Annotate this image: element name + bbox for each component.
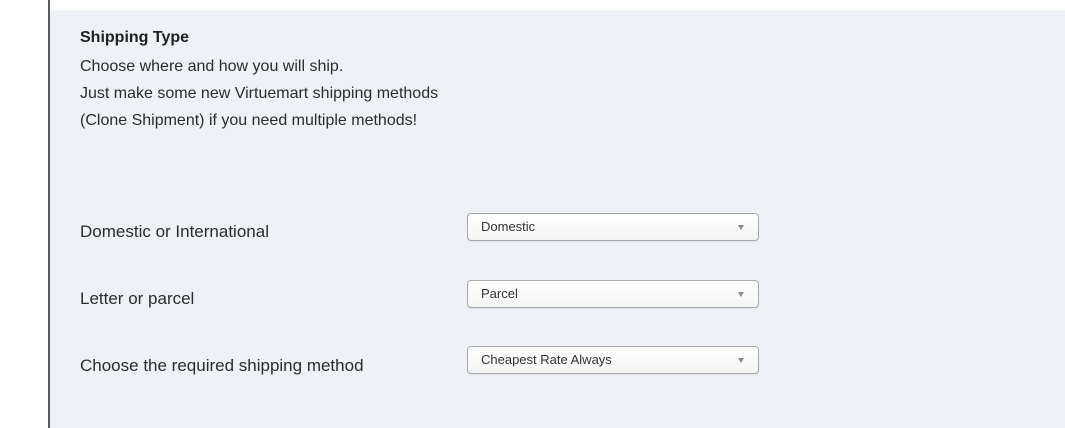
chevron-down-icon [738,358,744,363]
letter-or-parcel-label: Letter or parcel [80,289,195,308]
letter-or-parcel-select[interactable]: Parcel [467,280,759,308]
domestic-or-international-select[interactable]: Domestic [467,213,759,241]
section-title: Shipping Type [80,29,190,46]
chevron-down-icon [738,292,744,297]
select-value: Parcel [481,286,518,301]
shipping-method-label: Choose the required shipping method [80,356,364,375]
description-line-3: (Clone Shipment) if you need multiple me… [80,112,418,129]
select-value: Domestic [481,219,536,234]
page: Shipping Type Choose where and how you w… [0,0,1065,428]
description-line-2: Just make some new Virtuemart shipping m… [80,85,439,102]
domestic-or-international-label: Domestic or International [80,222,269,241]
select-value: Cheapest Rate Always [481,352,612,367]
shipping-method-select[interactable]: Cheapest Rate Always [467,346,759,374]
description-line-1: Choose where and how you will ship. [80,58,344,75]
shipping-type-panel: Shipping Type Choose where and how you w… [50,10,1065,428]
chevron-down-icon [738,225,744,230]
